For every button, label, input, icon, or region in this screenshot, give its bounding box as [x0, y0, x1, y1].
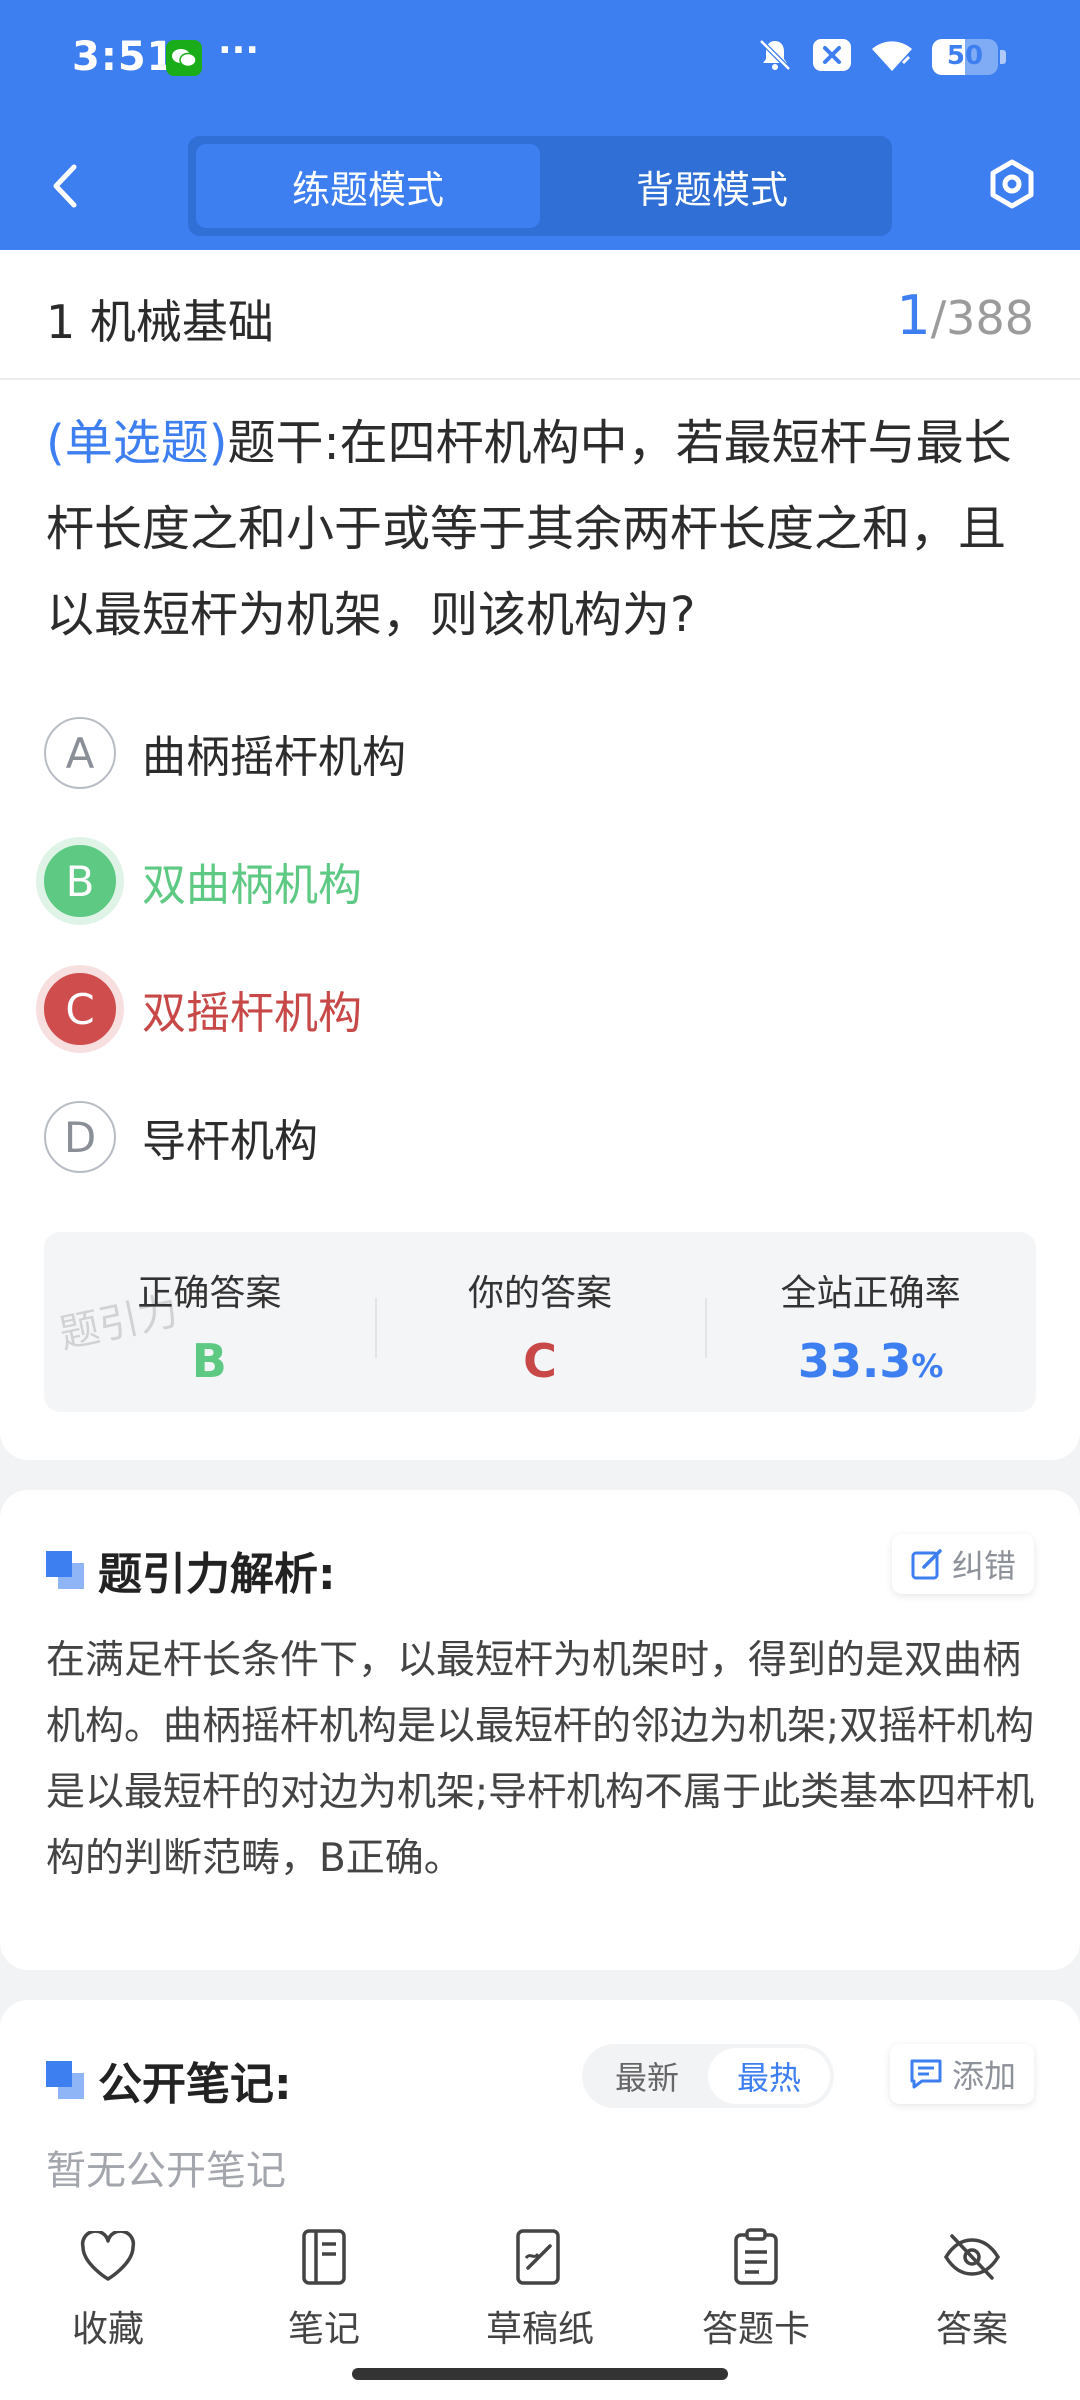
- option-letter: B: [44, 845, 116, 917]
- comment-icon: [910, 2059, 942, 2089]
- section-header: 1 机械基础 1/388: [0, 250, 1080, 380]
- answer-sheet-label: 答题卡: [701, 2309, 810, 2350]
- notes-label: 笔记: [287, 2309, 360, 2350]
- analysis-card: 题引力解析: 纠错 在满足杆长条件下，以最短杆为机架时，得到的是双曲柄机构。曲柄…: [0, 1490, 1080, 1970]
- your-answer-label: 你的答案: [468, 1273, 613, 1314]
- option-text: 曲柄摇杆机构: [142, 732, 406, 783]
- edit-icon: [911, 1549, 942, 1580]
- chevron-left-icon: [53, 164, 77, 208]
- option-text: 双曲柄机构: [142, 860, 362, 911]
- option-text: 双摇杆机构: [142, 988, 362, 1039]
- accuracy-value: 33.3%: [798, 1334, 944, 1388]
- correct-answer-column: 正确答案 B: [44, 1232, 375, 1412]
- option-c[interactable]: C 双摇杆机构: [44, 964, 1034, 1054]
- status-time: 3:51: [72, 34, 176, 80]
- question-card: 1 机械基础 1/388 (单选题)题干:在四杆机构中，若最短杆与最长杆长度之和…: [0, 250, 1080, 1460]
- accuracy-unit: %: [911, 1347, 944, 1385]
- report-error-label: 纠错: [951, 1547, 1016, 1585]
- battery-level: 50: [946, 41, 984, 71]
- squares-icon: [46, 2061, 84, 2099]
- heart-icon: [77, 2226, 139, 2288]
- notebook-icon: [293, 2226, 355, 2288]
- add-note-label: 添加: [951, 2057, 1016, 2095]
- show-answer-label: 答案: [935, 2309, 1008, 2350]
- report-error-button[interactable]: 纠错: [891, 1534, 1034, 1594]
- question-type: (单选题): [46, 415, 228, 471]
- tab-recite-mode[interactable]: 背题模式: [540, 144, 884, 228]
- option-a[interactable]: A 曲柄摇杆机构: [44, 708, 1034, 798]
- sort-latest[interactable]: 最新: [586, 2048, 708, 2104]
- status-bar: 3:51 ··· 50: [0, 0, 1080, 118]
- correct-answer-value: B: [191, 1334, 227, 1388]
- section-title: 1 机械基础: [46, 295, 274, 349]
- your-answer-value: C: [523, 1334, 557, 1388]
- sim-blocked-icon: [812, 37, 852, 77]
- correct-answer-label: 正确答案: [137, 1273, 282, 1314]
- tab-practice-mode[interactable]: 练题模式: [196, 144, 540, 228]
- add-note-button[interactable]: 添加: [889, 2044, 1034, 2104]
- wechat-icon: [166, 40, 202, 76]
- favorite-button[interactable]: 收藏: [0, 2206, 216, 2400]
- empty-notes-text: 暂无公开笔记: [46, 2148, 286, 2194]
- battery-cap: [1000, 50, 1006, 64]
- total-questions: /388: [930, 291, 1034, 345]
- option-b[interactable]: B 双曲柄机构: [44, 836, 1034, 926]
- notes-sort-toggle: 最新 最热: [582, 2044, 834, 2108]
- sort-hot[interactable]: 最热: [708, 2048, 830, 2104]
- draft-icon: [509, 2226, 571, 2288]
- home-indicator[interactable]: [352, 2368, 728, 2380]
- back-button[interactable]: [44, 158, 84, 214]
- analysis-title: 题引力解析:: [98, 1549, 336, 1600]
- show-answer-button[interactable]: 答案: [864, 2206, 1080, 2400]
- settings-hexagon-icon: [990, 159, 1034, 209]
- analysis-text: 在满足杆长条件下，以最短杆为机架时，得到的是双曲柄机构。曲柄摇杆机构是以最短杆的…: [46, 1638, 1035, 1881]
- option-text: 导杆机构: [142, 1116, 318, 1167]
- notes-title: 公开笔记:: [98, 2059, 292, 2110]
- analysis-header: 题引力解析:: [46, 1538, 336, 1602]
- draft-paper-label: 草稿纸: [485, 2309, 594, 2350]
- more-notifications-icon: ···: [218, 30, 260, 71]
- accuracy-column: 全站正确率 33.3%: [705, 1232, 1036, 1412]
- your-answer-column: 你的答案 C: [374, 1232, 706, 1412]
- answer-sheet-icon: [725, 2226, 787, 2288]
- accuracy-number: 33.3: [797, 1334, 912, 1388]
- mute-bell-icon: [756, 36, 794, 78]
- eye-off-icon: [941, 2226, 1003, 2288]
- settings-button[interactable]: [980, 152, 1044, 216]
- battery-indicator: 50: [932, 39, 998, 75]
- wifi-icon: [870, 37, 914, 77]
- status-icons: 50: [756, 36, 1006, 78]
- current-question-number: 1: [896, 284, 931, 347]
- question-stem: (单选题)题干:在四杆机构中，若最短杆与最长杆长度之和小于或等于其余两杆长度之和…: [46, 400, 1040, 658]
- answer-summary: 题引力 正确答案 B 你的答案 C 全站正确率 33.3%: [44, 1232, 1036, 1412]
- option-d[interactable]: D 导杆机构: [44, 1092, 1034, 1182]
- option-letter: A: [44, 717, 116, 789]
- accuracy-label: 全站正确率: [780, 1273, 961, 1314]
- question-progress[interactable]: 1/388: [896, 284, 1034, 347]
- favorite-label: 收藏: [71, 2309, 144, 2350]
- squares-icon: [46, 1551, 84, 1589]
- notes-header: 公开笔记:: [46, 2048, 292, 2112]
- option-letter: D: [44, 1101, 116, 1173]
- app-header: 3:51 ··· 50 练题模式 背题模式: [0, 0, 1080, 250]
- option-letter: C: [44, 973, 116, 1045]
- mode-switch: 练题模式 背题模式: [188, 136, 892, 236]
